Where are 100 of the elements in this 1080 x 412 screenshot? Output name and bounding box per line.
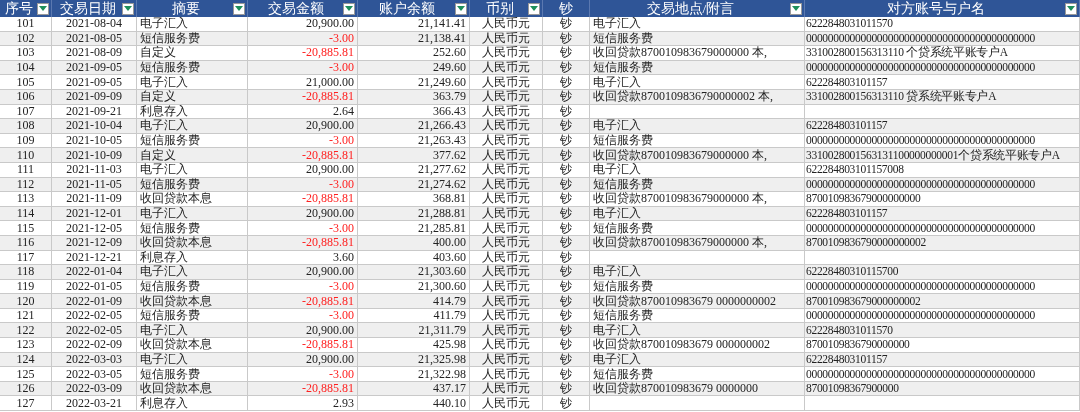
table-cell: 钞 [543,265,590,280]
table-cell: 2021-10-04 [52,119,137,134]
table-cell: 2022-03-21 [52,396,137,412]
filter-button[interactable] [122,2,134,15]
table-cell: 000000000000000000000000000000000000000000 [805,60,1080,76]
table-cell: -3.00 [248,60,358,76]
caret-icon [530,6,538,11]
table-cell: 8700109836790000000 [805,338,1080,353]
table-cell: 21,000.00 [248,75,358,90]
table-cell: 368.81 [358,192,470,207]
table-cell: 2021-09-05 [52,75,137,90]
table-cell: 人民币元 [470,396,543,412]
table-cell: 111 [0,162,52,178]
column-header: 摘要 [170,0,201,17]
filter-button[interactable] [1065,2,1077,15]
table-cell: 115 [0,221,52,236]
table-cell: 6222848031011570 [805,323,1080,339]
table-cell: 短信服务费 [137,31,248,47]
filter-button[interactable] [790,2,802,15]
table-cell: 钞 [543,75,590,90]
table-cell: 21,249.60 [358,75,470,90]
column-header: 钞 [557,0,574,17]
table-cell: 120 [0,294,52,309]
table-cell: 钞 [543,177,590,193]
caret-icon [345,6,353,11]
column-header: 序号 [4,0,34,17]
table-cell: 人民币元 [470,162,543,178]
table-cell: 人民币元 [470,338,543,353]
table-cell: 6222848031011570 [805,17,1080,32]
filter-button[interactable] [37,2,49,15]
table-cell: -3.00 [248,221,358,236]
caret-icon [235,6,243,11]
caret-icon [792,6,800,11]
table-cell: 400.00 [358,235,470,251]
table-cell: 2022-02-05 [52,323,137,339]
table-cell: 短信服务费 [590,31,805,47]
table-cell: 21,277.62 [358,162,470,178]
table-cell: 收回贷款本息 [137,294,248,309]
table-cell: 101 [0,17,52,32]
table-cell: 363.79 [358,89,470,105]
table-cell: 108 [0,119,52,134]
table-cell: 3310028001563131100000000001个贷系统平账专户A [805,148,1080,163]
table-cell: 2022-01-04 [52,265,137,280]
table-cell: 短信服务费 [137,221,248,236]
table-cell: 人民币元 [470,206,543,222]
table-cell: 20,900.00 [248,17,358,32]
table-cell: 126 [0,381,52,397]
filter-button[interactable] [455,2,467,15]
table-cell: 414.79 [358,294,470,309]
table-cell: 电子汇入 [590,206,805,222]
table-cell: 钞 [543,206,590,222]
table-cell: 622284803101157 [805,75,1080,90]
table-cell: 870010983679000000002 [805,294,1080,309]
table-cell: 249.60 [358,60,470,76]
table-cell: 人民币元 [470,75,543,90]
table-cell: 124 [0,352,52,368]
table-cell: 人民币元 [470,60,543,76]
table-cell: 人民币元 [470,294,543,309]
table-cell: 21,274.62 [358,177,470,193]
table-cell: 电子汇入 [590,17,805,32]
table-cell: 收回贷款870010983679000000 本, [590,192,805,207]
table-cell: 622284803101157 [805,119,1080,134]
filter-button[interactable] [343,2,355,15]
table-cell: 252.60 [358,46,470,61]
table-cell: 人民币元 [470,367,543,382]
table-cell: 钞 [543,162,590,178]
table-cell: 电子汇入 [137,75,248,90]
table-cell: 收回贷款870010983679 000000002 [590,338,805,353]
table-cell: 人民币元 [470,381,543,397]
table-cell: 人民币元 [470,323,543,339]
table-cell: -20,885.81 [248,192,358,207]
table-cell: 短信服务费 [590,177,805,193]
table-cell: 人民币元 [470,192,543,207]
table-cell: 2022-03-03 [52,352,137,368]
table-cell: 000000000000000000000000000000000000000000 [805,31,1080,47]
table-cell: 116 [0,235,52,251]
table-cell: 人民币元 [470,221,543,236]
filter-button[interactable] [233,2,245,15]
table-cell: 电子汇入 [137,162,248,178]
table-cell: 钞 [543,396,590,412]
table-cell: 钞 [543,31,590,47]
table-cell: 收回贷款870010983679 0000000002 [590,294,805,309]
table-cell: 21,325.98 [358,352,470,368]
table-cell: 钞 [543,294,590,309]
filter-button[interactable] [528,2,540,15]
table-cell: 104 [0,60,52,76]
table-cell: 331002800156313110 个贷系统平账专户A [805,46,1080,61]
table-cell: 110 [0,148,52,163]
table-cell: 331002800156313110 贷系统平账专户A [805,89,1080,105]
caret-icon [1067,6,1075,11]
table-cell: 123 [0,338,52,353]
table-cell: 440.10 [358,396,470,412]
table-cell: 收回贷款本息 [137,192,248,207]
column-header: 交易金额 [267,0,325,17]
table-cell: 87001098367900000 [805,381,1080,397]
table-cell: 短信服务费 [137,60,248,76]
table-cell: 2021-11-05 [52,177,137,193]
table-cell: 钞 [543,338,590,353]
table-cell: 622284803101157 [805,352,1080,368]
table-cell: 收回贷款870010983679000000 本, [590,46,805,61]
